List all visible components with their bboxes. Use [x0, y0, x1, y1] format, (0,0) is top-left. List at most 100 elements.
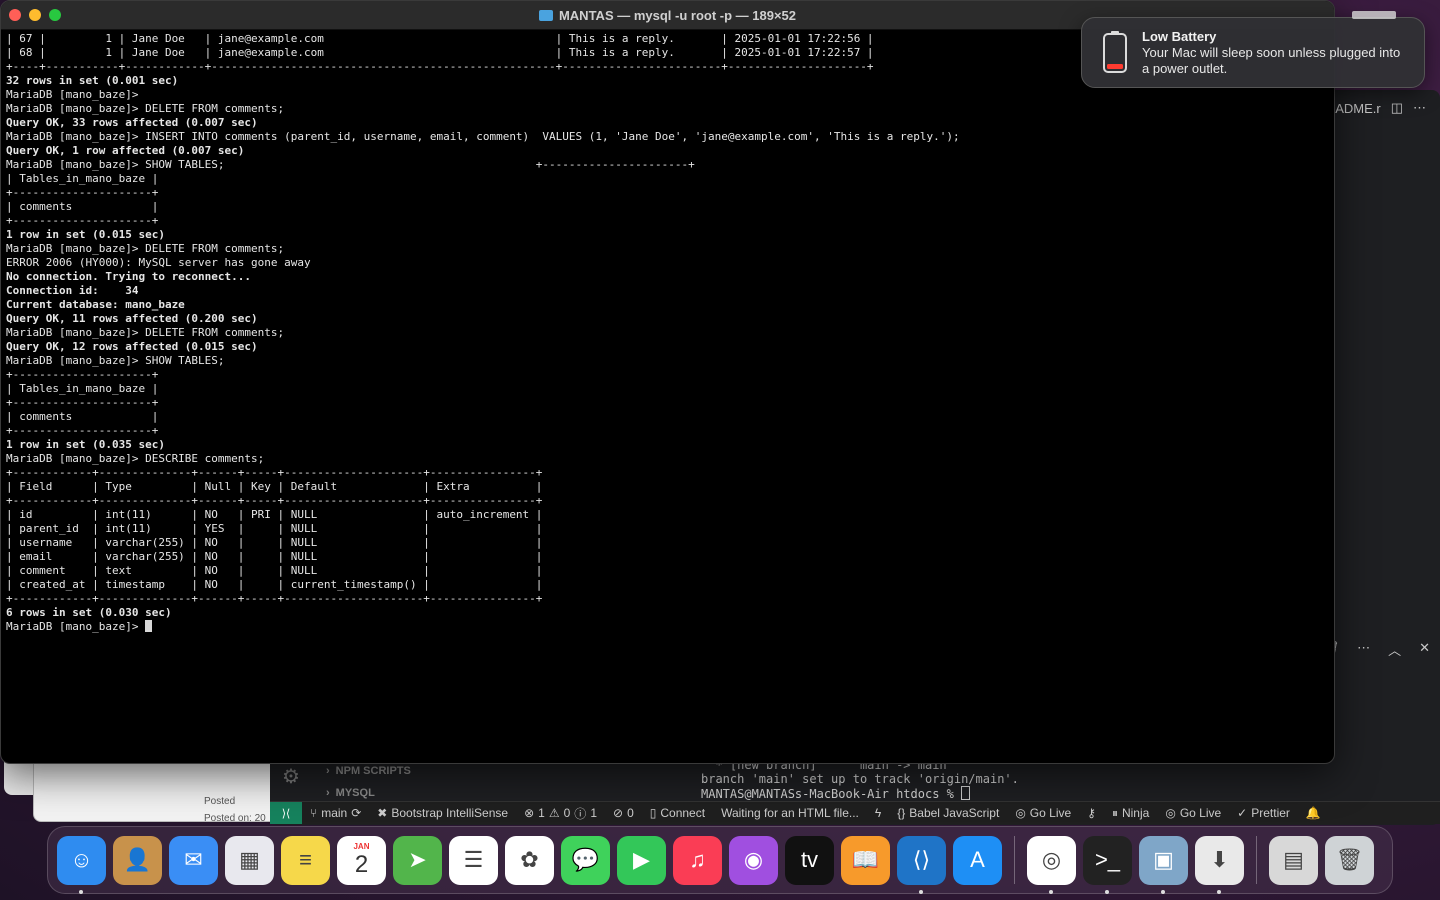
podcasts-icon[interactable]: ◉ [729, 835, 778, 885]
key-icon[interactable]: ⚷ [1079, 806, 1104, 820]
terminal-line: MariaDB [mano_baze]> DELETE FROM comment… [6, 242, 285, 255]
calendar-icon[interactable]: JAN 2 [337, 835, 386, 885]
minimize-window-button[interactable] [29, 9, 41, 21]
panel-more-icon[interactable]: ⋯ [1357, 640, 1370, 659]
notes-glyph: ≡ [299, 847, 312, 872]
status-problems[interactable]: ⊗ 1 ⚠ 0 ⓘ 1 [516, 805, 605, 822]
tv-icon[interactable]: tv [785, 835, 834, 885]
status-ports[interactable]: ⊘ 0 [605, 806, 642, 820]
terminal-icon[interactable]: >_ [1083, 835, 1132, 894]
contacts-icon[interactable]: 👤 [113, 835, 162, 885]
maps-icon[interactable]: ➤ [393, 835, 442, 885]
terminal-line: | parent_id | int(11) | YES | | NULL | | [6, 522, 543, 535]
database-icon: ▯ [649, 806, 657, 820]
trash-icon[interactable]: 🗑 [1325, 835, 1374, 885]
mail-icon[interactable]: ✉ [169, 835, 218, 885]
terminal-window[interactable]: MANTAS — mysql -u root -p — 189×52 | 67 … [0, 0, 1335, 764]
notifications-bell-icon[interactable]: 🔔 [1298, 806, 1329, 820]
lightning-icon[interactable]: ϟ [867, 806, 889, 820]
calendar-day: 2 [354, 851, 369, 878]
terminal-line: | comment | text | NO | | NULL | | [6, 564, 543, 577]
status-waiting[interactable]: Waiting for an HTML file... [713, 806, 867, 820]
status-golive-2[interactable]: ◎ Go Live [1157, 806, 1229, 820]
terminal-line: | Tables_in_mano_baze | [6, 382, 159, 395]
downloads-stack-glyph: ▤ [1283, 847, 1304, 872]
finder-icon[interactable]: ☺ [57, 835, 106, 894]
music-icon[interactable]: ♫ [673, 835, 722, 885]
more-actions-icon[interactable]: ⋯ [1413, 100, 1426, 116]
vscode-terminal-output[interactable]: * [new branch] main -> main branch 'main… [701, 758, 1019, 801]
preview-icon[interactable]: ▣ [1139, 835, 1188, 894]
facetime-glyph: ▶ [633, 847, 650, 872]
terminal-line: 1 row in set (0.035 sec) [6, 438, 165, 451]
running-indicator [1049, 889, 1053, 894]
dock-separator [1256, 836, 1257, 884]
terminal-line: MariaDB [mano_baze]> DELETE FROM comment… [6, 102, 285, 115]
terminal-line: 1 row in set (0.015 sec) [6, 228, 165, 241]
split-editor-icon[interactable]: ◫ [1391, 100, 1403, 116]
sync-icon: ⟳ [351, 806, 362, 820]
maximize-panel-icon[interactable]: ︿ [1388, 640, 1401, 659]
terminal-line: ERROR 2006 (HY000): MySQL server has gon… [6, 256, 311, 269]
terminal-line: | comments | [6, 200, 159, 213]
fullscreen-window-button[interactable] [49, 9, 61, 21]
running-indicator [79, 889, 83, 894]
terminal-line: MariaDB [mano_baze]> DELETE FROM comment… [6, 326, 285, 339]
status-golive-1[interactable]: ◎ Go Live [1007, 806, 1079, 820]
status-prettier[interactable]: ✓ Prettier [1229, 806, 1298, 820]
notification-body: Your Mac will sleep soon unless plugged … [1142, 45, 1401, 76]
low-battery-notification[interactable]: Low Battery Your Mac will sleep soon unl… [1081, 17, 1425, 88]
vscode-tab-readme[interactable]: ADME.r [1335, 101, 1381, 116]
terminal-line: | Tables_in_mano_baze | [6, 172, 159, 185]
mail-glyph: ✉ [184, 847, 203, 872]
pause-icon: ⏸ [1111, 805, 1118, 820]
books-icon[interactable]: 📖 [841, 835, 890, 885]
books-glyph: 📖 [851, 847, 880, 872]
check-double-icon: ✓ [1237, 806, 1248, 820]
terminal-line: Query OK, 12 rows affected (0.015 sec) [6, 340, 258, 353]
photos-glyph: ✿ [520, 847, 539, 872]
terminal-line: MariaDB [mano_baze]> [6, 620, 1329, 634]
error-icon: ⊗ [524, 806, 535, 820]
status-bootstrap[interactable]: ✖ Bootstrap IntelliSense [369, 806, 516, 820]
terminal-line: Current database: mano_baze [6, 298, 185, 311]
terminal-line: +---------------------+ [6, 214, 159, 227]
installer-icon[interactable]: ⬇ [1195, 835, 1244, 894]
facetime-icon[interactable]: ▶ [617, 835, 666, 885]
terminal-line: | email | varchar(255) | NO | | NULL | | [6, 550, 543, 563]
messages-icon[interactable]: 💬 [561, 835, 610, 885]
downloads-stack-icon[interactable]: ▤ [1269, 835, 1318, 885]
notes-icon[interactable]: ≡ [281, 835, 330, 885]
panel-actions: 🗑 ⋯ ︿ ✕ [1323, 640, 1430, 659]
terminal-output[interactable]: | 67 | 1 | Jane Doe | jane@example.com |… [1, 30, 1334, 636]
terminal-line: | id | int(11) | NO | PRI | NULL | auto_… [6, 508, 543, 521]
terminal-line: +------------+--------------+------+----… [6, 466, 543, 479]
terminal-line: No connection. Trying to reconnect... [6, 270, 252, 283]
launchpad-icon[interactable]: ▦ [225, 835, 274, 885]
remote-indicator-icon[interactable]: ⟩⟨ [270, 802, 302, 824]
photos-icon[interactable]: ✿ [505, 835, 554, 885]
posted-on-label: Posted on: 20 [204, 813, 266, 824]
status-branch[interactable]: ⑂ main ⟳ [302, 806, 369, 820]
preview-glyph: ▣ [1153, 847, 1174, 872]
terminal-tail-line: MANTAS@MANTASs-MacBook-Air htdocs % [701, 787, 962, 801]
status-ninja[interactable]: ⏸ Ninja [1104, 806, 1157, 821]
terminal-line: | username | varchar(255) | NO | | NULL … [6, 536, 543, 549]
notification-title: Low Battery [1142, 29, 1217, 44]
close-panel-icon[interactable]: ✕ [1419, 640, 1430, 659]
maps-glyph: ➤ [408, 847, 427, 872]
close-window-button[interactable] [9, 9, 21, 21]
terminal-line: | created_at | timestamp | NO | | curren… [6, 578, 543, 591]
status-connect[interactable]: ▯ Connect [642, 806, 713, 820]
reminders-icon[interactable]: ☰ [449, 835, 498, 885]
terminal-line: Connection id: 34 [6, 284, 139, 297]
terminal-line: +------------+--------------+------+----… [6, 592, 543, 605]
chrome-icon[interactable]: ◎ [1027, 835, 1076, 894]
appstore-icon[interactable]: A [953, 835, 1002, 885]
broadcast-icon: ◎ [1165, 806, 1176, 820]
menubar-status-item[interactable] [1352, 11, 1396, 19]
vscode-icon[interactable]: ⟨⟩ [897, 835, 946, 894]
terminal-line: | Field | Type | Null | Key | Default | … [6, 480, 543, 493]
reminders-glyph: ☰ [463, 847, 484, 872]
status-language[interactable]: {} Babel JavaScript [889, 806, 1007, 820]
